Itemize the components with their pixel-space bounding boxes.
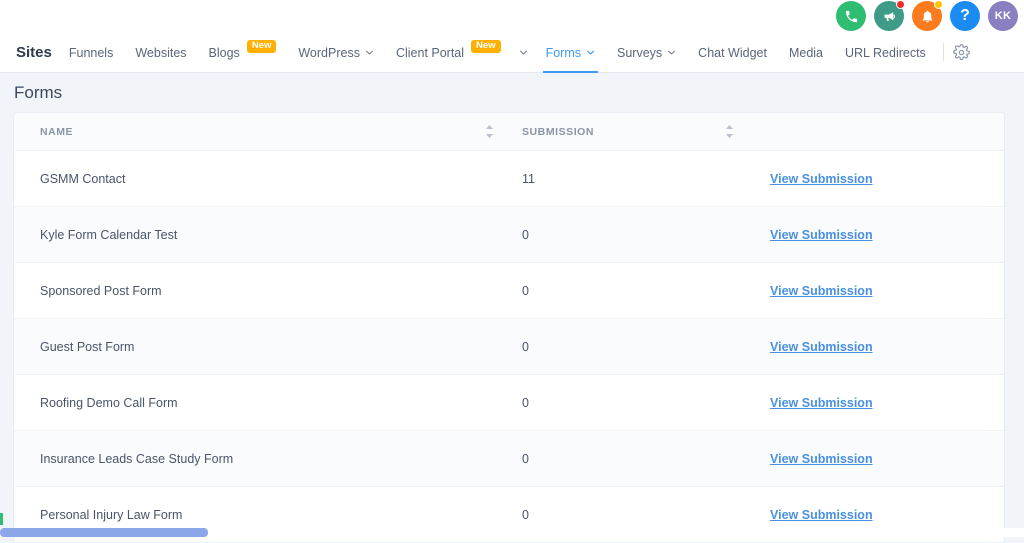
avatar-initials: KK <box>995 10 1012 22</box>
column-header-name[interactable]: NAME <box>14 126 469 138</box>
cell-submission-count: 0 <box>509 508 709 522</box>
nav-item-label: URL Redirects <box>845 46 926 60</box>
sort-icon <box>725 125 734 138</box>
nav-item-funnels[interactable]: Funnels <box>58 32 124 73</box>
nav-item-wordpress[interactable]: WordPress <box>287 32 385 73</box>
page-content: Forms NAME SUBMISSION GSMM Contact 11 <box>0 73 1024 537</box>
view-submission-link[interactable]: View Submission <box>770 508 873 522</box>
nav-item-client-portal[interactable]: Client Portal New <box>385 32 512 73</box>
table-row[interactable]: Roofing Demo Call Form 0 View Submission <box>14 375 1004 431</box>
cell-submission-count: 0 <box>509 228 709 242</box>
nav-item-websites[interactable]: Websites <box>124 32 197 73</box>
avatar[interactable]: KK <box>988 1 1018 31</box>
nav-item-chat-widget[interactable]: Chat Widget <box>687 32 778 73</box>
table-row[interactable]: GSMM Contact 11 View Submission <box>14 151 1004 207</box>
chevron-down-icon <box>519 48 528 57</box>
help-icon[interactable]: ? <box>950 1 980 31</box>
cell-form-name: Sponsored Post Form <box>14 284 469 298</box>
cell-form-name: Insurance Leads Case Study Form <box>14 452 469 466</box>
forms-table: NAME SUBMISSION GSMM Contact 11 View Sub… <box>14 113 1004 543</box>
cell-form-name: Roofing Demo Call Form <box>14 396 469 410</box>
megaphone-icon[interactable] <box>874 1 904 31</box>
nav-item-label: Media <box>789 46 823 60</box>
cell-submission-count: 0 <box>509 340 709 354</box>
nav-item-label: Websites <box>135 46 186 60</box>
sort-toggle-name[interactable] <box>469 125 509 138</box>
nav-item-url-redirects[interactable]: URL Redirects <box>834 32 937 73</box>
cell-submission-count: 11 <box>509 172 709 186</box>
sort-toggle-submission[interactable] <box>709 125 749 138</box>
cell-form-name: GSMM Contact <box>14 172 469 186</box>
horizontal-scrollbar[interactable] <box>0 528 1024 537</box>
chevron-down-icon <box>667 48 676 57</box>
cell-submission-count: 0 <box>509 452 709 466</box>
view-submission-link[interactable]: View Submission <box>770 172 873 186</box>
nav-item-forms[interactable]: Forms <box>535 32 606 73</box>
help-icon-label: ? <box>960 7 970 25</box>
cell-submission-count: 0 <box>509 284 709 298</box>
nav-item-label: Client Portal <box>396 46 464 60</box>
table-row[interactable]: Sponsored Post Form 0 View Submission <box>14 263 1004 319</box>
nav-item-label: Blogs <box>209 46 240 60</box>
nav-item-media[interactable]: Media <box>778 32 834 73</box>
notification-dot <box>934 0 943 9</box>
nav-item-surveys[interactable]: Surveys <box>606 32 687 73</box>
top-icon-group: ? KK <box>836 0 1018 32</box>
table-row[interactable]: Insurance Leads Case Study Form 0 View S… <box>14 431 1004 487</box>
table-row[interactable]: Guest Post Form 0 View Submission <box>14 319 1004 375</box>
nav-item-label: Funnels <box>69 46 113 60</box>
phone-icon[interactable] <box>836 1 866 31</box>
chevron-down-icon <box>365 48 374 57</box>
top-utility-bar: ? KK <box>0 0 1024 32</box>
nav-item-blogs[interactable]: Blogs New <box>198 32 288 73</box>
chevron-down-icon <box>586 48 595 57</box>
nav-item-label: Forms <box>546 46 581 60</box>
nav-item-label: WordPress <box>298 46 360 60</box>
view-submission-link[interactable]: View Submission <box>770 452 873 466</box>
table-header-row: NAME SUBMISSION <box>14 113 1004 151</box>
sort-icon <box>485 125 494 138</box>
cell-submission-count: 0 <box>509 396 709 410</box>
column-header-submission[interactable]: SUBMISSION <box>509 126 709 138</box>
gear-icon[interactable] <box>944 32 980 73</box>
new-badge: New <box>471 40 501 54</box>
view-submission-link[interactable]: View Submission <box>770 228 873 242</box>
table-row[interactable]: Kyle Form Calendar Test 0 View Submissio… <box>14 207 1004 263</box>
view-submission-link[interactable]: View Submission <box>770 396 873 410</box>
nav-item-label: Surveys <box>617 46 662 60</box>
cell-form-name: Guest Post Form <box>14 340 469 354</box>
nav-item-label: Chat Widget <box>698 46 767 60</box>
new-badge: New <box>247 40 277 54</box>
main-nav: Sites Funnels Websites Blogs New WordPre… <box>0 32 1024 73</box>
view-submission-link[interactable]: View Submission <box>770 284 873 298</box>
nav-brand: Sites <box>10 32 58 72</box>
cell-form-name: Kyle Form Calendar Test <box>14 228 469 242</box>
nav-overflow-toggle[interactable] <box>512 32 535 73</box>
bell-icon[interactable] <box>912 1 942 31</box>
scrollbar-thumb[interactable] <box>0 528 208 537</box>
status-indicator <box>0 513 3 525</box>
cell-form-name: Personal Injury Law Form <box>14 508 469 522</box>
view-submission-link[interactable]: View Submission <box>770 340 873 354</box>
notification-dot <box>896 0 905 9</box>
page-title: Forms <box>0 73 1024 113</box>
